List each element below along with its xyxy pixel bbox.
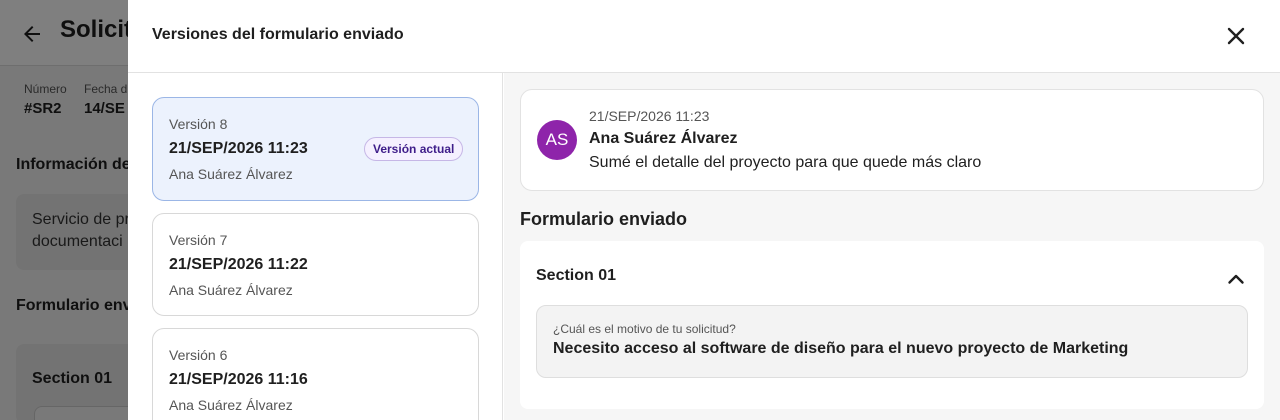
version-label: Versión 8	[169, 116, 228, 132]
version-label: Versión 7	[169, 232, 228, 248]
comment-author: Ana Suárez Álvarez	[589, 130, 738, 147]
version-comment: AS 21/SEP/2026 11:23 Ana Suárez Álvarez …	[520, 89, 1264, 191]
version-author: Ana Suárez Álvarez	[169, 397, 293, 413]
current-version-badge: Versión actual	[364, 137, 464, 161]
chevron-up-icon	[1228, 274, 1244, 284]
comment-date: 21/SEP/2026 11:23	[589, 108, 710, 124]
close-button[interactable]	[1222, 22, 1250, 50]
answer-value: Necesito acceso al software de diseño pa…	[553, 340, 1129, 357]
version-label: Versión 6	[169, 347, 228, 363]
section-title: Section 01	[536, 267, 617, 284]
version-item-7[interactable]: Versión 7 21/SEP/2026 11:22 Ana Suárez Á…	[152, 213, 479, 316]
form-title: Formulario enviado	[520, 209, 688, 229]
version-author: Ana Suárez Álvarez	[169, 282, 293, 298]
modal-header: Versiones del formulario enviado	[128, 0, 1280, 73]
version-item-8[interactable]: Versión 8 21/SEP/2026 11:23 Versión actu…	[152, 97, 479, 201]
version-detail: AS 21/SEP/2026 11:23 Ana Suárez Álvarez …	[504, 73, 1280, 420]
form-section: Section 01 ¿Cuál es el motivo de tu soli…	[520, 241, 1264, 409]
modal-title: Versiones del formulario enviado	[152, 26, 404, 43]
comment-text: Sumé el detalle del proyecto para que qu…	[589, 154, 982, 171]
versions-modal: Versiones del formulario enviado Versión…	[128, 0, 1280, 420]
version-date: 21/SEP/2026 11:16	[169, 371, 308, 388]
close-icon	[1227, 27, 1245, 45]
version-item-6[interactable]: Versión 6 21/SEP/2026 11:16 Ana Suárez Á…	[152, 328, 479, 420]
versions-list: Versión 8 21/SEP/2026 11:23 Versión actu…	[128, 73, 503, 420]
avatar: AS	[537, 120, 577, 160]
collapse-section-button[interactable]	[1222, 265, 1250, 293]
version-author: Ana Suárez Álvarez	[169, 166, 293, 182]
version-date: 21/SEP/2026 11:23	[169, 140, 308, 157]
version-date: 21/SEP/2026 11:22	[169, 256, 308, 273]
question-label: ¿Cuál es el motivo de tu solicitud?	[553, 322, 736, 336]
answer-field: ¿Cuál es el motivo de tu solicitud? Nece…	[536, 305, 1248, 378]
